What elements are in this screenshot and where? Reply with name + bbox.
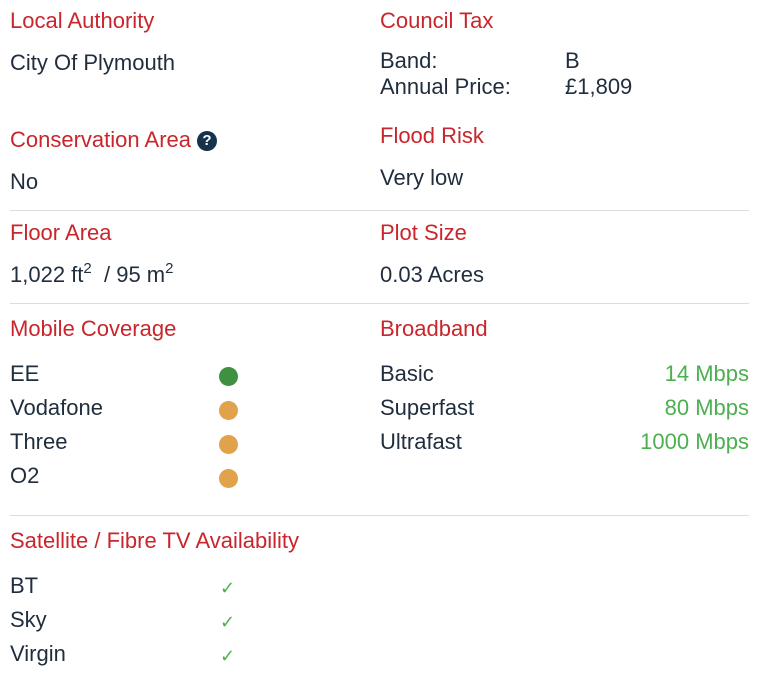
council-tax-band-row: Band: B	[380, 48, 749, 74]
broadband-speed: 14 Mbps	[664, 361, 749, 386]
mobile-coverage-block: Mobile Coverage EE Vodafone Three O2	[10, 316, 370, 506]
row-floor-area: Floor Area 1,022 ft2 / 95 m2 Plot Size 0…	[10, 220, 749, 300]
tv-provider-name: Virgin	[10, 641, 66, 666]
divider	[10, 210, 749, 211]
council-tax-price-label: Annual Price:	[380, 74, 511, 99]
check-icon: ✓	[220, 646, 236, 666]
local-authority-block: Local Authority City Of Plymouth	[10, 8, 370, 76]
floor-area-separator: /	[103, 262, 111, 287]
local-authority-heading: Local Authority	[10, 8, 155, 33]
broadband-speed: 1000 Mbps	[640, 429, 749, 454]
conservation-area-block: Conservation Area? No	[10, 123, 370, 195]
list-item-sky: Sky ✓	[10, 607, 250, 633]
flood-risk-block: Flood Risk Very low	[380, 123, 749, 191]
plot-size-heading: Plot Size	[380, 220, 467, 245]
council-tax-band-label: Band:	[380, 48, 438, 73]
mobile-network-name: Three	[10, 429, 68, 454]
conservation-area-title: Conservation Area	[10, 127, 191, 152]
plot-size-block: Plot Size 0.03 Acres	[380, 220, 749, 288]
coverage-status-dot	[219, 367, 238, 386]
row-connectivity: Mobile Coverage EE Vodafone Three O2 Bro…	[10, 316, 749, 506]
coverage-status-dot	[219, 401, 238, 420]
mobile-network-name: Vodafone	[10, 395, 103, 420]
mobile-network-name: O2	[10, 463, 40, 488]
list-item-o2: O2	[10, 463, 250, 489]
broadband-speed: 80 Mbps	[664, 395, 749, 420]
help-icon[interactable]: ?	[197, 131, 217, 151]
list-item-bt: BT ✓	[10, 573, 250, 599]
conservation-area-heading: Conservation Area?	[10, 127, 370, 153]
list-item-superfast: Superfast 80 Mbps	[380, 395, 749, 421]
list-item-vodafone: Vodafone	[10, 395, 250, 421]
list-item-three: Three	[10, 429, 250, 455]
row-local-authority: Local Authority City Of Plymouth Council…	[10, 8, 749, 108]
plot-size-value: 0.03 Acres	[380, 262, 484, 287]
council-tax-block: Council Tax Band: B Annual Price: £1,809	[380, 8, 749, 100]
divider	[10, 303, 749, 304]
coverage-status-dot	[219, 469, 238, 488]
check-icon: ✓	[220, 578, 236, 598]
floor-area-block: Floor Area 1,022 ft2 / 95 m2	[10, 220, 370, 288]
flood-risk-heading: Flood Risk	[380, 123, 484, 148]
tv-provider-name: Sky	[10, 607, 47, 632]
floor-area-heading: Floor Area	[10, 220, 112, 245]
flood-risk-value: Very low	[380, 165, 464, 190]
floor-area-m-sup: 2	[165, 260, 174, 277]
local-authority-value: City Of Plymouth	[10, 50, 176, 75]
list-item-virgin: Virgin ✓	[10, 641, 250, 667]
floor-area-ft-sup: 2	[83, 260, 92, 277]
council-tax-heading: Council Tax	[380, 8, 494, 33]
mobile-coverage-heading: Mobile Coverage	[10, 316, 177, 341]
council-tax-band-value: B	[565, 48, 580, 73]
coverage-status-dot	[219, 435, 238, 454]
floor-area-m: 95 m	[116, 262, 166, 287]
floor-area-value: 1,022 ft2 / 95 m2	[10, 260, 370, 288]
tv-provider-name: BT	[10, 573, 39, 598]
broadband-heading: Broadband	[380, 316, 488, 341]
list-item-basic: Basic 14 Mbps	[380, 361, 749, 387]
council-tax-price-row: Annual Price: £1,809	[380, 74, 749, 100]
row-conservation: Conservation Area? No Flood Risk Very lo…	[10, 123, 749, 203]
mobile-network-name: EE	[10, 361, 40, 386]
row-tv-availability: Satellite / Fibre TV Availability BT ✓ S…	[10, 528, 749, 673]
council-tax-price-value: £1,809	[565, 74, 633, 99]
broadband-type: Ultrafast	[380, 429, 462, 454]
divider	[10, 515, 749, 516]
list-item-ee: EE	[10, 361, 250, 387]
list-item-ultrafast: Ultrafast 1000 Mbps	[380, 429, 749, 455]
broadband-block: Broadband Basic 14 Mbps Superfast 80 Mbp…	[380, 316, 749, 506]
conservation-area-value: No	[10, 169, 39, 194]
tv-availability-heading: Satellite / Fibre TV Availability	[10, 528, 299, 553]
broadband-type: Basic	[380, 361, 434, 386]
floor-area-ft: 1,022 ft	[10, 262, 84, 287]
broadband-type: Superfast	[380, 395, 475, 420]
check-icon: ✓	[220, 612, 236, 632]
tv-availability-block: Satellite / Fibre TV Availability BT ✓ S…	[10, 528, 370, 673]
